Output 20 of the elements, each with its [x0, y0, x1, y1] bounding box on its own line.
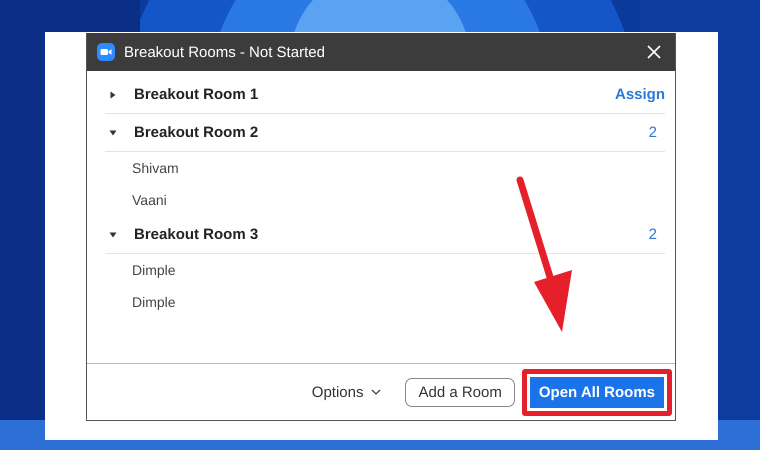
add-room-button[interactable]: Add a Room: [405, 378, 515, 406]
open-all-rooms-button[interactable]: Open All Rooms: [530, 376, 664, 408]
options-dropdown[interactable]: Options: [306, 382, 388, 402]
expand-arrow-icon[interactable]: [109, 128, 117, 136]
close-icon[interactable]: [647, 45, 661, 59]
video-camera-icon: [97, 43, 115, 61]
participant-name: Shivam: [131, 159, 180, 178]
participant-name: Vaani: [131, 191, 168, 210]
member-count: 2: [648, 226, 657, 243]
chevron-down-icon: [371, 389, 382, 395]
window-title: Breakout Rooms - Not Started: [124, 44, 326, 60]
participant-name: Dimple: [131, 261, 177, 280]
expand-arrow-icon[interactable]: [109, 230, 117, 238]
room-name[interactable]: Breakout Room 3: [134, 226, 649, 243]
room-name[interactable]: Breakout Room 2: [134, 124, 649, 141]
expand-arrow-icon[interactable]: [109, 90, 117, 98]
participant-name: Dimple: [131, 293, 177, 312]
room-name[interactable]: Breakout Room 1: [134, 86, 615, 103]
member-count: 2: [648, 124, 657, 141]
assign-link[interactable]: Assign: [614, 86, 665, 103]
